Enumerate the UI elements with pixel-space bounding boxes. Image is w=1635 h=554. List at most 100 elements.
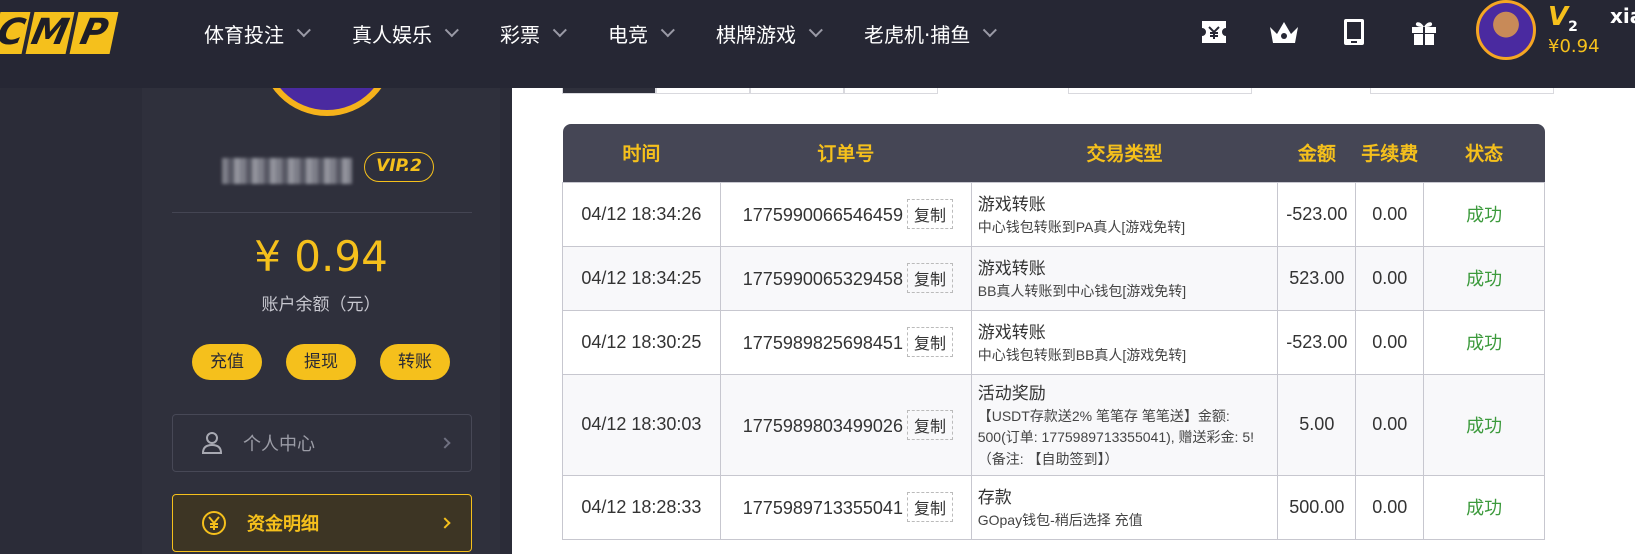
table-row: 04/12 18:30:03 1775989803499026 复制 活动奖励【U…: [562, 373, 1545, 476]
table-row: 04/12 18:34:25 1775990065329458 复制 游戏转账 BB…: [562, 245, 1545, 311]
cell-order: 1775989825698451 复制: [719, 309, 972, 375]
transaction-type: 活动奖励: [977, 383, 1046, 403]
status-success: 成功: [1423, 474, 1545, 540]
cell-time: 04/12 18:30:03: [562, 373, 721, 476]
filter-tabs: [562, 88, 938, 94]
column-header-time: 时间: [562, 124, 721, 182]
nav-item-label: 彩票: [500, 22, 540, 47]
cell-fee: 0.00: [1355, 309, 1425, 375]
transfer-button[interactable]: 转账: [380, 344, 450, 380]
copy-button[interactable]: 复制: [906, 492, 953, 523]
column-header-type: 交易类型: [971, 124, 1278, 182]
table-row: 04/12 18:30:25 1775989825698451 复制 游戏转账中心…: [562, 309, 1545, 375]
transaction-type: 游戏转账: [977, 322, 1046, 342]
account-balance: ¥ 0.94: [254, 232, 388, 281]
main-nav: 体育投注 真人娱乐 彩票 电竞 棋牌游戏 老虎机·捕鱼: [204, 0, 1038, 66]
wallet-actions: 充值 提现 转账: [192, 344, 450, 380]
transaction-description: 【USDT存款送2% 笔笔存 笔笔送】金额: 500(订单: 177598971…: [977, 407, 1255, 467]
sidebar-item-fund-details[interactable]: 资金明细: [172, 494, 472, 552]
copy-button[interactable]: 复制: [906, 409, 953, 440]
column-header-amount: 金额: [1277, 124, 1356, 182]
crown-icon[interactable]: [1266, 14, 1302, 50]
cell-type: 存款 GOpay钱包-稍后选择 充值: [970, 474, 1279, 540]
tab[interactable]: [844, 88, 938, 94]
cell-time: 04/12 18:30:25: [562, 309, 721, 375]
tab[interactable]: [750, 88, 844, 94]
nav-item-card-games[interactable]: 棋牌游戏: [716, 19, 823, 48]
order-number: 1775990066546459: [742, 205, 903, 225]
order-number: 1775989825698451: [742, 333, 903, 353]
sidebar-item-profile[interactable]: 个人中心: [172, 414, 472, 472]
column-header-status: 状态: [1423, 124, 1545, 182]
brand-logo[interactable]: C M P: [0, 12, 119, 54]
nav-item-label: 体育投注: [204, 22, 284, 47]
gift-icon[interactable]: [1406, 14, 1442, 50]
cell-order: 1775990066546459 复制: [719, 181, 972, 247]
chevron-down-icon: [444, 23, 459, 38]
sidebar-item-label: 个人中心: [243, 434, 315, 455]
user-avatar[interactable]: [1476, 0, 1536, 60]
cell-type: 游戏转账 BB真人转账到中心钱包[游戏免转]: [970, 245, 1279, 311]
user-icon: [201, 432, 223, 454]
logo-letter: M: [25, 12, 75, 54]
yen-coin-icon: [202, 511, 226, 535]
filter-select[interactable]: [1068, 88, 1252, 94]
cell-amount: -523.00: [1277, 181, 1357, 247]
status-success: 成功: [1423, 373, 1545, 476]
status-success: 成功: [1423, 245, 1545, 311]
status-success: 成功: [1423, 181, 1545, 247]
filter-select[interactable]: [1370, 88, 1554, 94]
order-number: 1775989713355041: [742, 498, 903, 519]
copy-button[interactable]: 复制: [906, 263, 953, 293]
cell-order: 1775989713355041 复制: [719, 474, 972, 540]
cell-amount: 500.00: [1277, 474, 1357, 540]
cell-fee: 0.00: [1355, 373, 1425, 476]
chevron-right-icon: [439, 517, 451, 529]
transaction-type: 游戏转账: [977, 194, 1046, 214]
cell-fee: 0.00: [1355, 181, 1425, 247]
copy-button[interactable]: 复制: [906, 327, 953, 357]
vip-level-letter: V: [1548, 2, 1569, 32]
cell-type: 活动奖励【USDT存款送2% 笔笔存 笔笔送】金额: 500(订单: 17759…: [970, 373, 1279, 476]
nav-item-label: 真人娱乐: [352, 22, 432, 47]
withdraw-button[interactable]: 提现: [286, 344, 356, 380]
table-row: 04/12 18:28:33 1775989713355041 复制 存款 GOpa…: [562, 474, 1545, 540]
transactions-table: 时间 订单号 交易类型 金额 手续费 状态 04/12 18:34:26 177…: [562, 124, 1545, 540]
transaction-description: 中心钱包转账到BB真人[游戏免转]: [977, 346, 1187, 363]
tablet-icon[interactable]: [1336, 14, 1372, 50]
balance-label: 账户余额（元）: [261, 295, 381, 315]
cell-fee: 0.00: [1355, 245, 1425, 311]
chevron-down-icon: [296, 23, 311, 38]
nav-item-live-casino[interactable]: 真人娱乐: [352, 19, 459, 48]
blurred-username: [222, 158, 352, 184]
transaction-description: 中心钱包转账到PA真人[游戏免转]: [977, 218, 1186, 235]
chevron-down-icon: [983, 23, 998, 38]
nav-item-sports[interactable]: 体育投注: [204, 19, 311, 48]
logo-letter: P: [69, 12, 119, 54]
table-row: 04/12 18:34:26 1775990066546459 复制 游戏转账 中心…: [562, 181, 1545, 247]
copy-button[interactable]: 复制: [906, 199, 953, 229]
chevron-right-icon: [439, 437, 451, 449]
tab-active[interactable]: [562, 88, 656, 94]
deposit-button[interactable]: 充值: [192, 344, 262, 380]
ticket-icon[interactable]: [1196, 14, 1232, 50]
chevron-down-icon: [660, 23, 675, 38]
username[interactable]: xia: [1610, 4, 1635, 28]
cell-amount: -523.00: [1277, 309, 1357, 375]
transaction-description: BB真人转账到中心钱包[游戏免转]: [977, 282, 1187, 299]
top-balance: ¥0.94: [1548, 36, 1600, 57]
cell-amount: 5.00: [1277, 373, 1357, 476]
chevron-down-icon: [808, 23, 823, 38]
nav-item-lottery[interactable]: 彩票: [500, 19, 567, 48]
nav-item-label: 电竞: [608, 22, 648, 47]
tab[interactable]: [656, 88, 750, 94]
cell-order: 1775989803499026 复制: [719, 373, 972, 476]
nav-item-esports[interactable]: 电竞: [608, 19, 675, 48]
nav-item-label: 棋牌游戏: [716, 22, 796, 47]
vip-level-number: 2: [1568, 19, 1578, 36]
column-header-fee: 手续费: [1355, 124, 1424, 182]
cell-order: 1775990065329458 复制: [719, 245, 972, 311]
cell-time: 04/12 18:34:25: [562, 245, 721, 311]
nav-item-slots-fishing[interactable]: 老虎机·捕鱼: [864, 19, 998, 48]
sidebar-item-label: 资金明细: [247, 514, 319, 535]
